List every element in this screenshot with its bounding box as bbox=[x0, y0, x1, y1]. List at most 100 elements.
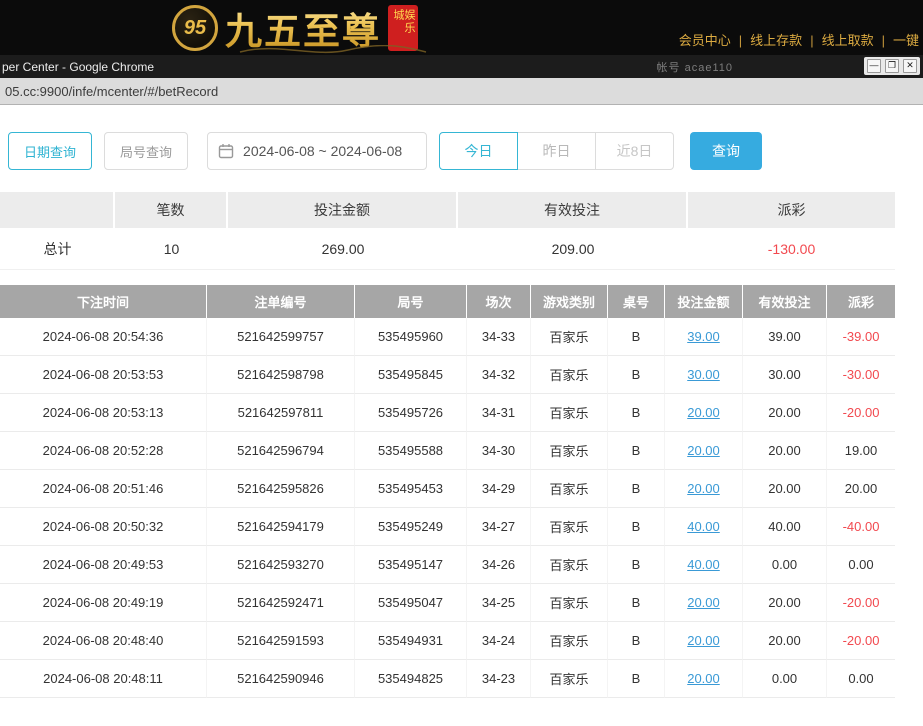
column-header: 注单编号 bbox=[207, 285, 355, 318]
date-range-value: 2024-06-08 ~ 2024-06-08 bbox=[243, 143, 402, 159]
summary-payout: -130.00 bbox=[688, 228, 895, 270]
top-nav: 会员中心 线上存款 线上取款 一键 bbox=[679, 30, 919, 49]
last8days-button[interactable]: 近8日 bbox=[595, 132, 674, 170]
cell-bet[interactable]: 40.00 bbox=[665, 508, 743, 546]
cell-valid: 20.00 bbox=[743, 584, 827, 622]
cell-bet[interactable]: 20.00 bbox=[665, 394, 743, 432]
minimize-icon[interactable]: — bbox=[867, 59, 881, 73]
cell-game: 百家乐 bbox=[531, 432, 608, 470]
cell-session: 34-27 bbox=[467, 508, 531, 546]
column-header: 下注时间 bbox=[0, 285, 207, 318]
nav-withdraw[interactable]: 线上取款 bbox=[822, 30, 893, 49]
cell-payout: 19.00 bbox=[827, 432, 895, 470]
filter-bar: 日期查询 局号查询 2024-06-08 ~ 2024-06-08 今日 昨日 … bbox=[8, 132, 923, 170]
account-info: 帐号 acae110 bbox=[657, 59, 733, 75]
nav-one-key[interactable]: 一键 bbox=[893, 30, 919, 49]
cell-bet[interactable]: 40.00 bbox=[665, 546, 743, 584]
quick-range-group: 今日 昨日 近8日 bbox=[439, 132, 674, 170]
url-text: 05.cc:9900/infe/mcenter/#/betRecord bbox=[5, 84, 218, 99]
coin-95-icon: 95 bbox=[172, 5, 218, 51]
cell-game: 百家乐 bbox=[531, 394, 608, 432]
yesterday-button[interactable]: 昨日 bbox=[517, 132, 596, 170]
cell-round: 535495726 bbox=[355, 394, 467, 432]
nav-deposit[interactable]: 线上存款 bbox=[750, 30, 821, 49]
cell-session: 34-24 bbox=[467, 622, 531, 660]
cell-session: 34-25 bbox=[467, 584, 531, 622]
bet-table-header: 下注时间注单编号局号场次游戏类别桌号投注金额有效投注派彩 bbox=[0, 285, 895, 318]
cell-round: 535495960 bbox=[355, 318, 467, 356]
calendar-icon bbox=[218, 143, 234, 159]
cell-order: 521642593270 bbox=[207, 546, 355, 584]
summary-count: 10 bbox=[115, 228, 228, 270]
cell-session: 34-26 bbox=[467, 546, 531, 584]
cell-bet[interactable]: 30.00 bbox=[665, 356, 743, 394]
round-query-button[interactable]: 局号查询 bbox=[104, 132, 188, 170]
address-bar[interactable]: 05.cc:9900/infe/mcenter/#/betRecord bbox=[0, 78, 923, 105]
cell-order: 521642599757 bbox=[207, 318, 355, 356]
cell-payout: -20.00 bbox=[827, 622, 895, 660]
cell-bet[interactable]: 20.00 bbox=[665, 622, 743, 660]
cell-game: 百家乐 bbox=[531, 470, 608, 508]
column-header: 局号 bbox=[355, 285, 467, 318]
window-controls: — ❐ ✕ bbox=[864, 57, 920, 75]
cell-table_no: B bbox=[608, 318, 665, 356]
column-header: 场次 bbox=[467, 285, 531, 318]
today-button[interactable]: 今日 bbox=[439, 132, 518, 170]
cell-round: 535495588 bbox=[355, 432, 467, 470]
search-button[interactable]: 查询 bbox=[690, 132, 762, 170]
cell-payout: -40.00 bbox=[827, 508, 895, 546]
summary-column-header: 投注金额 bbox=[228, 192, 458, 228]
cell-payout: 0.00 bbox=[827, 660, 895, 698]
cell-table_no: B bbox=[608, 584, 665, 622]
cell-bet[interactable]: 20.00 bbox=[665, 470, 743, 508]
cell-payout: 0.00 bbox=[827, 546, 895, 584]
cell-bet[interactable]: 20.00 bbox=[665, 660, 743, 698]
cell-order: 521642595826 bbox=[207, 470, 355, 508]
browser-titlebar: per Center - Google Chrome 帐号 acae110 — … bbox=[0, 55, 923, 78]
cell-game: 百家乐 bbox=[531, 318, 608, 356]
cell-table_no: B bbox=[608, 660, 665, 698]
cell-time: 2024-06-08 20:49:53 bbox=[0, 546, 207, 584]
summary-header: 笔数投注金额有效投注派彩 bbox=[0, 192, 895, 228]
cell-valid: 39.00 bbox=[743, 318, 827, 356]
date-query-button[interactable]: 日期查询 bbox=[8, 132, 92, 170]
column-header: 投注金额 bbox=[665, 285, 743, 318]
column-header: 有效投注 bbox=[743, 285, 827, 318]
cell-round: 535495453 bbox=[355, 470, 467, 508]
summary-column-header: 笔数 bbox=[115, 192, 228, 228]
cell-order: 521642598798 bbox=[207, 356, 355, 394]
cell-game: 百家乐 bbox=[531, 508, 608, 546]
cell-round: 535495845 bbox=[355, 356, 467, 394]
cell-payout: -20.00 bbox=[827, 584, 895, 622]
cell-payout: -39.00 bbox=[827, 318, 895, 356]
site-header: 95 九五至尊 娱乐城 会员中心 线上存款 线上取款 一键 bbox=[0, 0, 923, 55]
cell-order: 521642594179 bbox=[207, 508, 355, 546]
nav-member-center[interactable]: 会员中心 bbox=[679, 30, 750, 49]
cell-order: 521642597811 bbox=[207, 394, 355, 432]
summary-column-header bbox=[0, 192, 115, 228]
cell-session: 34-30 bbox=[467, 432, 531, 470]
cell-time: 2024-06-08 20:53:13 bbox=[0, 394, 207, 432]
cell-bet[interactable]: 20.00 bbox=[665, 432, 743, 470]
cell-bet[interactable]: 20.00 bbox=[665, 584, 743, 622]
cell-time: 2024-06-08 20:54:36 bbox=[0, 318, 207, 356]
cell-session: 34-23 bbox=[467, 660, 531, 698]
column-header: 桌号 bbox=[608, 285, 665, 318]
cell-valid: 0.00 bbox=[743, 546, 827, 584]
cell-table_no: B bbox=[608, 470, 665, 508]
summary-total-label: 总计 bbox=[0, 228, 115, 270]
page-content: 日期查询 局号查询 2024-06-08 ~ 2024-06-08 今日 昨日 … bbox=[0, 105, 923, 698]
column-header: 派彩 bbox=[827, 285, 895, 318]
summary-bet-amount: 269.00 bbox=[228, 228, 458, 270]
cell-game: 百家乐 bbox=[531, 584, 608, 622]
cell-time: 2024-06-08 20:51:46 bbox=[0, 470, 207, 508]
cell-payout: 20.00 bbox=[827, 470, 895, 508]
cell-order: 521642596794 bbox=[207, 432, 355, 470]
cell-session: 34-32 bbox=[467, 356, 531, 394]
close-icon[interactable]: ✕ bbox=[903, 59, 917, 73]
date-range-input[interactable]: 2024-06-08 ~ 2024-06-08 bbox=[207, 132, 427, 170]
cell-game: 百家乐 bbox=[531, 660, 608, 698]
cell-bet[interactable]: 39.00 bbox=[665, 318, 743, 356]
cell-valid: 20.00 bbox=[743, 432, 827, 470]
restore-icon[interactable]: ❐ bbox=[885, 59, 899, 73]
